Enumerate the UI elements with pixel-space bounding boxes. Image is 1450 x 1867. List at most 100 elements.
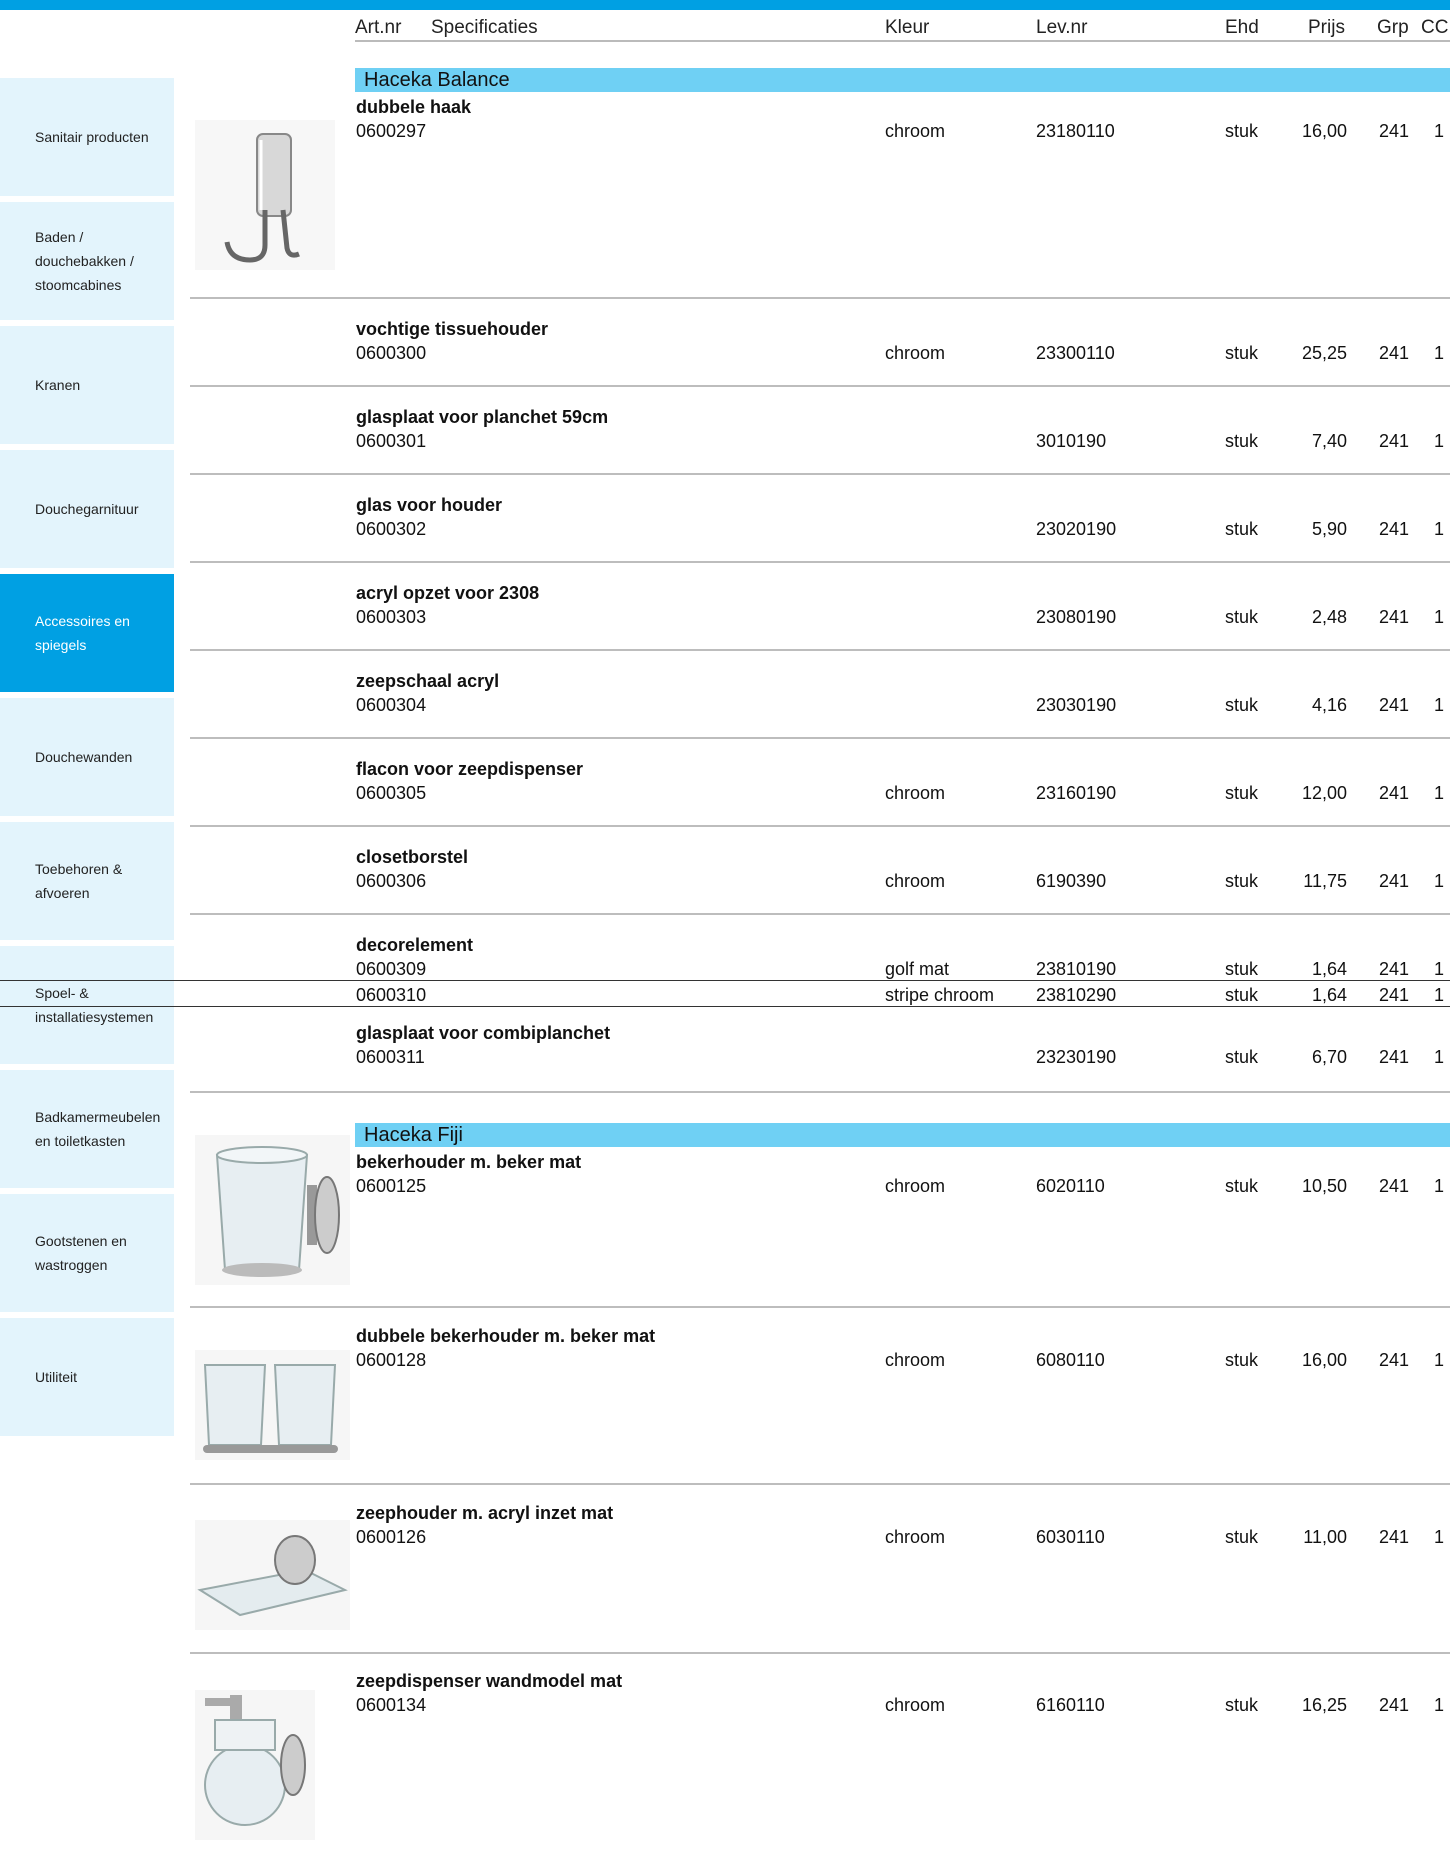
grp-cell: 241 bbox=[1379, 1047, 1410, 1067]
product-title: dubbele haak bbox=[356, 97, 472, 117]
cc-cell: 1 bbox=[1434, 1047, 1445, 1067]
grp-cell: 241 bbox=[1379, 1695, 1410, 1715]
table-row: 0600305 chroom 23160190 stuk 12,00 241 1 bbox=[0, 782, 1450, 804]
row-divider bbox=[190, 385, 1450, 387]
lev-nr-cell: 23160190 bbox=[1036, 783, 1117, 803]
lev-nr-cell: 6020110 bbox=[1036, 1176, 1105, 1196]
group-header: Haceka Fiji bbox=[355, 1123, 1450, 1147]
art-nr-cell: 0600297 bbox=[356, 121, 427, 141]
cc-cell: 1 bbox=[1434, 695, 1445, 715]
product-title: acryl opzet voor 2308 bbox=[356, 583, 540, 603]
cc-cell: 1 bbox=[1434, 871, 1445, 891]
lev-nr-cell: 23810290 bbox=[1036, 985, 1117, 1005]
grp-cell: 241 bbox=[1379, 1176, 1410, 1196]
soap-dispenser-icon bbox=[195, 1690, 315, 1845]
ehd-cell: stuk bbox=[1225, 985, 1259, 1005]
prijs-cell: 1,64 bbox=[1311, 959, 1347, 979]
group-header: Haceka Balance bbox=[355, 68, 1450, 92]
kleur-cell: chroom bbox=[885, 343, 946, 363]
cc-cell: 1 bbox=[1434, 519, 1445, 539]
cc-cell: 1 bbox=[1434, 431, 1445, 451]
table-row: 0600304 23030190 stuk 4,16 241 1 bbox=[0, 694, 1450, 716]
row-divider bbox=[190, 297, 1450, 299]
cc-cell: 1 bbox=[1434, 121, 1445, 141]
cc-cell: 1 bbox=[1434, 1176, 1445, 1196]
prijs-cell: 1,64 bbox=[1311, 985, 1347, 1005]
art-nr-cell: 0600311 bbox=[356, 1047, 425, 1067]
kleur-cell: chroom bbox=[885, 783, 946, 803]
cup-holder-icon bbox=[195, 1135, 350, 1290]
kleur-cell: stripe chroom bbox=[885, 985, 995, 1005]
ehd-cell: stuk bbox=[1225, 121, 1259, 141]
grp-cell: 241 bbox=[1379, 695, 1410, 715]
prijs-cell: 16,00 bbox=[1301, 121, 1347, 141]
prijs-cell: 25,25 bbox=[1301, 343, 1347, 363]
ehd-cell: stuk bbox=[1225, 871, 1259, 891]
kleur-cell: chroom bbox=[885, 871, 946, 891]
ehd-cell: stuk bbox=[1225, 431, 1259, 451]
lev-nr-cell: 23030190 bbox=[1036, 695, 1117, 715]
lev-nr-cell: 6190390 bbox=[1036, 871, 1107, 891]
row-divider bbox=[190, 913, 1450, 915]
art-nr-cell: 0600134 bbox=[356, 1695, 427, 1715]
row-divider bbox=[190, 649, 1450, 651]
grp-cell: 241 bbox=[1379, 985, 1410, 1005]
product-title: closetborstel bbox=[356, 847, 469, 867]
ehd-cell: stuk bbox=[1225, 519, 1259, 539]
product-list: Haceka Balance dubbele haak 0600297 chroom 2… bbox=[0, 0, 1450, 1867]
prijs-cell: 2,48 bbox=[1311, 607, 1347, 627]
lev-nr-cell: 23230190 bbox=[1036, 1047, 1117, 1067]
grp-cell: 241 bbox=[1379, 343, 1410, 363]
lev-nr-cell: 3010190 bbox=[1036, 431, 1107, 451]
art-nr-cell: 0600305 bbox=[356, 783, 427, 803]
lev-nr-cell: 23300110 bbox=[1036, 343, 1115, 363]
table-row: 0600310 stripe chroom 23810290 stuk 1,64 241 1 bbox=[0, 984, 1450, 1007]
ehd-cell: stuk bbox=[1225, 1350, 1259, 1370]
grp-cell: 241 bbox=[1379, 783, 1410, 803]
cc-cell: 1 bbox=[1434, 1695, 1445, 1715]
prijs-cell: 11,75 bbox=[1303, 871, 1347, 891]
ehd-cell: stuk bbox=[1225, 783, 1259, 803]
kleur-cell: golf mat bbox=[885, 959, 950, 979]
lev-nr-cell: 23020190 bbox=[1036, 519, 1117, 539]
cc-cell: 1 bbox=[1434, 985, 1445, 1005]
lev-nr-cell: 6030110 bbox=[1036, 1527, 1105, 1547]
product-title: bekerhouder m. beker mat bbox=[356, 1152, 582, 1172]
ehd-cell: stuk bbox=[1225, 1527, 1259, 1547]
cc-cell: 1 bbox=[1434, 343, 1445, 363]
grp-cell: 241 bbox=[1379, 431, 1410, 451]
kleur-cell: chroom bbox=[885, 121, 946, 141]
double-cup-holder-icon bbox=[195, 1350, 350, 1465]
grp-cell: 241 bbox=[1379, 607, 1410, 627]
table-row: 0600309 golf mat 23810190 stuk 1,64 241 1 bbox=[0, 958, 1450, 981]
product-title: zeephouder m. acryl inzet mat bbox=[356, 1503, 614, 1523]
grp-cell: 241 bbox=[1379, 1350, 1410, 1370]
row-divider bbox=[190, 473, 1450, 475]
table-row: 0600300 chroom 23300110 stuk 25,25 241 1 bbox=[0, 342, 1450, 364]
hook-icon bbox=[195, 120, 335, 275]
cc-cell: 1 bbox=[1434, 783, 1445, 803]
soap-dish-icon bbox=[195, 1520, 350, 1635]
prijs-cell: 11,00 bbox=[1303, 1527, 1347, 1547]
cc-cell: 1 bbox=[1434, 1350, 1445, 1370]
row-divider bbox=[190, 1306, 1450, 1308]
kleur-cell: chroom bbox=[885, 1527, 946, 1547]
product-title: flacon voor zeepdispenser bbox=[356, 759, 584, 779]
product-title: dubbele bekerhouder m. beker mat bbox=[356, 1326, 656, 1346]
art-nr-cell: 0600304 bbox=[356, 695, 427, 715]
art-nr-cell: 0600300 bbox=[356, 343, 427, 363]
art-nr-cell: 0600125 bbox=[356, 1176, 427, 1196]
grp-cell: 241 bbox=[1379, 871, 1410, 891]
table-row: 0600303 23080190 stuk 2,48 241 1 bbox=[0, 606, 1450, 628]
ehd-cell: stuk bbox=[1225, 1176, 1259, 1196]
grp-cell: 241 bbox=[1379, 959, 1410, 979]
ehd-cell: stuk bbox=[1225, 1047, 1259, 1067]
lev-nr-cell: 23180110 bbox=[1036, 121, 1115, 141]
table-row: 0600302 23020190 stuk 5,90 241 1 bbox=[0, 518, 1450, 540]
prijs-cell: 16,00 bbox=[1301, 1350, 1347, 1370]
product-title: zeepschaal acryl bbox=[356, 671, 500, 691]
art-nr-cell: 0600302 bbox=[356, 519, 427, 539]
product-title: glasplaat voor planchet 59cm bbox=[356, 407, 609, 427]
row-divider bbox=[190, 561, 1450, 563]
prijs-cell: 6,70 bbox=[1311, 1047, 1347, 1067]
